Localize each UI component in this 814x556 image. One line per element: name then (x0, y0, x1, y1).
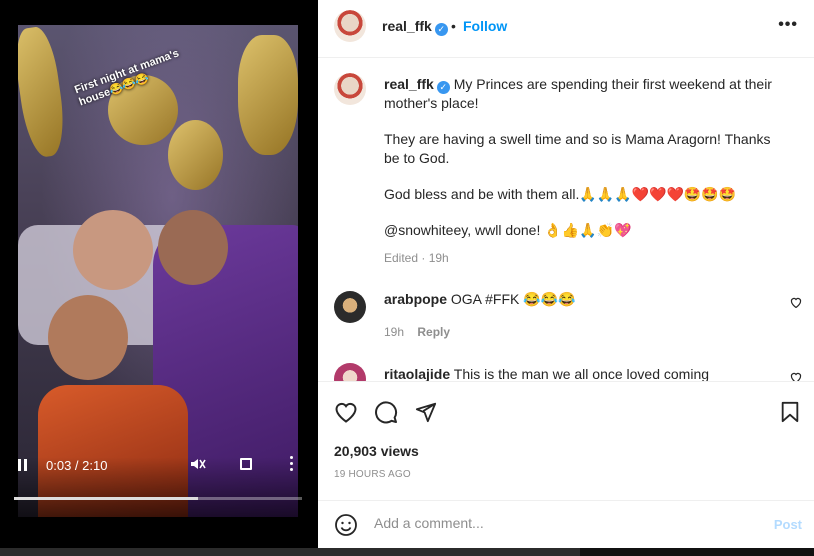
caption-paragraph: They are having a swell time and so is M… (384, 131, 771, 166)
post-time-ago: 19 HOURS AGO (334, 469, 411, 480)
caption-paragraph: God bless and be with them all.🙏🙏🙏❤️❤️❤️… (384, 186, 737, 202)
comment-item: ritaolajide This is the man we all once … (384, 366, 710, 382)
fullscreen-icon[interactable] (240, 458, 252, 470)
comment-text: This is the man we all once loved coming (453, 366, 710, 382)
comment-time: 19h (384, 325, 405, 339)
author-avatar[interactable] (334, 73, 366, 105)
person-figure (73, 210, 153, 290)
caption-author[interactable]: real_ffk (384, 76, 434, 92)
pause-icon[interactable] (18, 459, 28, 471)
post-comment-button[interactable]: Post (774, 517, 802, 532)
commenter-avatar[interactable] (334, 363, 366, 381)
video-progress-bar[interactable] (14, 497, 302, 500)
heart-icon[interactable] (332, 398, 360, 426)
comment-item: arabpope OGA #FFK 😂😂😂 (384, 291, 576, 308)
post-header: real_ffk ✓ • Follow ••• (318, 0, 814, 58)
comment-like-icon[interactable] (790, 372, 802, 381)
video-controls: 0:03 / 2:10 (18, 455, 298, 475)
mute-icon[interactable] (190, 457, 206, 474)
balloon-decoration (18, 25, 69, 160)
comments-list[interactable]: real_ffk ✓ My Princes are spending their … (318, 59, 814, 382)
comment-username[interactable]: arabpope (384, 291, 447, 307)
author-avatar[interactable] (334, 10, 366, 42)
view-count[interactable]: 20,903 views (334, 443, 419, 459)
comment-username[interactable]: ritaolajide (384, 366, 450, 381)
verified-badge-icon: ✓ (434, 23, 448, 36)
post-actions (318, 396, 814, 432)
post-caption: real_ffk ✓ My Princes are spending their … (384, 75, 784, 257)
follow-button[interactable]: Follow (463, 18, 507, 34)
instagram-post-modal: First night at mama's house😂😂😂 0:03 / 2:… (0, 0, 814, 556)
share-icon[interactable] (412, 398, 440, 426)
comment-input[interactable] (374, 515, 754, 531)
commenter-avatar[interactable] (334, 291, 366, 323)
balloon-decoration (238, 35, 298, 155)
post-details-panel: real_ffk ✓ • Follow ••• real_ffk ✓ My Prin… (318, 0, 814, 548)
verified-badge-icon: ✓ (436, 81, 450, 94)
page-bottom-strip-light (0, 548, 580, 556)
video-progress-fill (14, 497, 199, 500)
caption-paragraph: @snowhiteey, wwll done! 👌👍🙏👏💖 (384, 222, 632, 238)
author-name-row: real_ffk ✓ (382, 18, 448, 36)
caption-meta: Edited · 19h (384, 251, 449, 265)
video-player[interactable]: First night at mama's house😂😂😂 (18, 25, 298, 517)
comment-meta: 19h Reply (384, 325, 450, 339)
video-more-icon[interactable] (290, 456, 294, 472)
add-comment-bar: Post (318, 500, 814, 548)
balloon-decoration (168, 120, 223, 190)
reply-button[interactable]: Reply (417, 325, 450, 339)
comment-text: OGA #FFK 😂😂😂 (450, 291, 576, 307)
video-time: 0:03 / 2:10 (46, 457, 108, 473)
separator-dot: • (451, 18, 456, 34)
child-figure (48, 295, 128, 380)
caption-paragraph: real_ffk ✓ My Princes are spending their … (384, 75, 784, 113)
bookmark-icon[interactable] (776, 398, 804, 426)
child-figure (158, 210, 228, 285)
author-username[interactable]: real_ffk (382, 18, 432, 34)
more-options-icon[interactable]: ••• (778, 16, 798, 34)
media-pane: First night at mama's house😂😂😂 0:03 / 2:… (0, 0, 318, 548)
comment-like-icon[interactable] (790, 297, 802, 311)
emoji-icon[interactable] (334, 513, 358, 542)
page-bottom-strip (0, 548, 814, 556)
comment-icon[interactable] (372, 398, 400, 426)
